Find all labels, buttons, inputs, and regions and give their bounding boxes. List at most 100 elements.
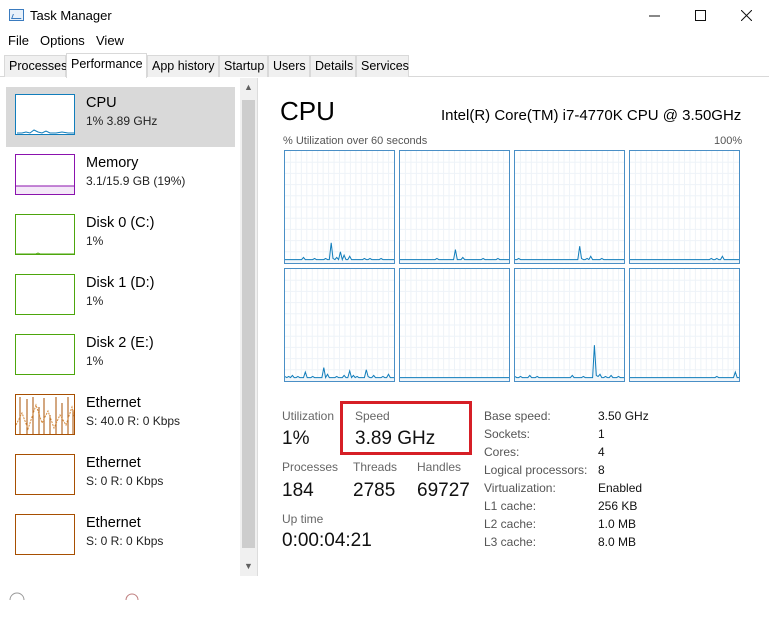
spec-value: 8 [598, 463, 605, 477]
resource-item-memory[interactable]: Memory 3.1/15.9 GB (19%) [6, 147, 235, 207]
core-graph-3 [629, 150, 740, 264]
spec-key: Sockets: [484, 427, 531, 441]
footer-bar [0, 590, 769, 622]
minimize-button[interactable] [631, 0, 677, 31]
resource-summary: 3.1/15.9 GB (19%) [86, 174, 186, 188]
utilization-value: 1% [282, 428, 310, 449]
tab-users[interactable]: Users [268, 55, 310, 77]
cpu-model-name: Intel(R) Core(TM) i7-4770K CPU @ 3.50GHz [441, 107, 742, 124]
fewer-details-icon[interactable] [8, 590, 148, 600]
menu-view[interactable]: View [96, 33, 124, 48]
ethernet-3-thumbnail-graph [15, 514, 75, 555]
tab-app-history[interactable]: App history [147, 55, 219, 77]
utilization-graph-max: 100% [714, 135, 743, 147]
tab-processes[interactable]: Processes [4, 55, 67, 77]
cpu-thumbnail-graph [15, 94, 75, 135]
resource-summary: S: 0 R: 0 Kbps [86, 534, 164, 548]
close-button[interactable] [723, 0, 769, 31]
resource-name: Disk 0 (C:) [86, 215, 155, 231]
disk-0-thumbnail-graph [15, 214, 75, 255]
tab-bar: Processes Performance App history Startu… [0, 53, 769, 78]
resource-name: Ethernet [86, 455, 141, 471]
disk-1-thumbnail-graph [15, 274, 75, 315]
page-title: CPU [280, 96, 335, 126]
disk-2-thumbnail-graph [15, 334, 75, 375]
handles-value: 69727 [417, 480, 470, 501]
processes-label: Processes [282, 460, 339, 474]
threads-value: 2785 [353, 480, 396, 501]
resource-summary: S: 40.0 R: 0 Kbps [86, 414, 181, 428]
resource-name: Memory [86, 155, 139, 171]
maximize-icon [694, 10, 706, 21]
ethernet-1-thumbnail-graph [15, 394, 75, 435]
threads-label: Threads [353, 460, 398, 474]
minimize-icon [648, 15, 660, 17]
resource-item-ethernet-3[interactable]: Ethernet S: 0 R: 0 Kbps [6, 507, 235, 567]
spec-value: 4 [598, 445, 605, 459]
resource-item-disk-1[interactable]: Disk 1 (D:) 1% [6, 267, 235, 327]
speed-label: Speed [355, 409, 390, 423]
resource-name: Disk 1 (D:) [86, 275, 155, 291]
core-graph-4 [284, 268, 395, 382]
core-graph-plot [514, 269, 624, 381]
memory-thumbnail-graph [15, 154, 75, 195]
speed-value: 3.89 GHz [355, 428, 436, 449]
window-title: Task Manager [30, 8, 112, 23]
menu-bar: File Options View [0, 31, 769, 51]
tab-details[interactable]: Details [310, 55, 356, 77]
resource-item-ethernet-2[interactable]: Ethernet S: 0 R: 0 Kbps [6, 447, 235, 507]
resource-list: CPU 1% 3.89 GHz Memory 3.1/15.9 GB (19%)… [0, 78, 258, 576]
core-graph-plot [630, 151, 739, 263]
resource-item-disk-0[interactable]: Disk 0 (C:) 1% [6, 207, 235, 267]
core-graph-plot [284, 269, 394, 381]
resource-summary: 1% 3.89 GHz [86, 114, 158, 128]
resource-item-cpu[interactable]: CPU 1% 3.89 GHz [6, 87, 235, 147]
core-graph-0 [284, 150, 395, 264]
resource-list-scrollbar[interactable]: ▲ ▼ [240, 78, 257, 576]
spec-value: 1 [598, 427, 605, 441]
spec-value: 8.0 MB [598, 535, 637, 549]
resource-name: Ethernet [86, 395, 141, 411]
task-manager-icon [9, 9, 24, 21]
resource-summary: S: 0 R: 0 Kbps [86, 474, 164, 488]
scroll-down-icon[interactable]: ▼ [240, 557, 257, 574]
uptime-label: Up time [282, 512, 324, 526]
core-graph-plot [400, 151, 509, 263]
resource-item-ethernet-1[interactable]: Ethernet S: 40.0 R: 0 Kbps [6, 387, 235, 447]
tab-startup[interactable]: Startup [219, 55, 268, 77]
scroll-up-icon[interactable]: ▲ [240, 78, 257, 95]
core-graph-1 [399, 150, 510, 264]
menu-options[interactable]: Options [40, 33, 85, 48]
resource-summary: 1% [86, 294, 104, 308]
utilization-label: Utilization [282, 409, 335, 423]
handles-label: Handles [417, 460, 462, 474]
tab-services[interactable]: Services [356, 55, 409, 77]
core-graph-5 [399, 268, 510, 382]
core-graph-plot [285, 151, 394, 263]
maximize-button[interactable] [677, 0, 723, 31]
core-graph-7 [629, 268, 740, 382]
resource-item-disk-2[interactable]: Disk 2 (E:) 1% [6, 327, 235, 387]
spec-value: Enabled [598, 481, 643, 495]
spec-key: Base speed: [484, 409, 551, 423]
spec-key: L2 cache: [484, 517, 537, 531]
core-graph-2 [514, 150, 625, 264]
scroll-thumb[interactable] [242, 100, 255, 548]
utilization-graph-label: % Utilization over 60 seconds [283, 135, 428, 147]
title-bar: Task Manager [0, 0, 769, 31]
spec-key: Cores: [484, 445, 520, 459]
spec-key: Virtualization: [484, 481, 556, 495]
resource-name: Disk 2 (E:) [86, 335, 154, 351]
core-graph-6 [514, 268, 625, 382]
spec-value: 1.0 MB [598, 517, 637, 531]
processes-value: 184 [282, 480, 314, 501]
spec-key: L3 cache: [484, 535, 537, 549]
spec-value: 3.50 GHz [598, 409, 649, 423]
resource-name: CPU [86, 95, 117, 111]
core-graph-plot [515, 151, 624, 263]
resource-name: Ethernet [86, 515, 141, 531]
spec-key: L1 cache: [484, 499, 537, 513]
tab-performance[interactable]: Performance [66, 53, 147, 78]
resource-summary: 1% [86, 234, 104, 248]
menu-file[interactable]: File [8, 33, 29, 48]
